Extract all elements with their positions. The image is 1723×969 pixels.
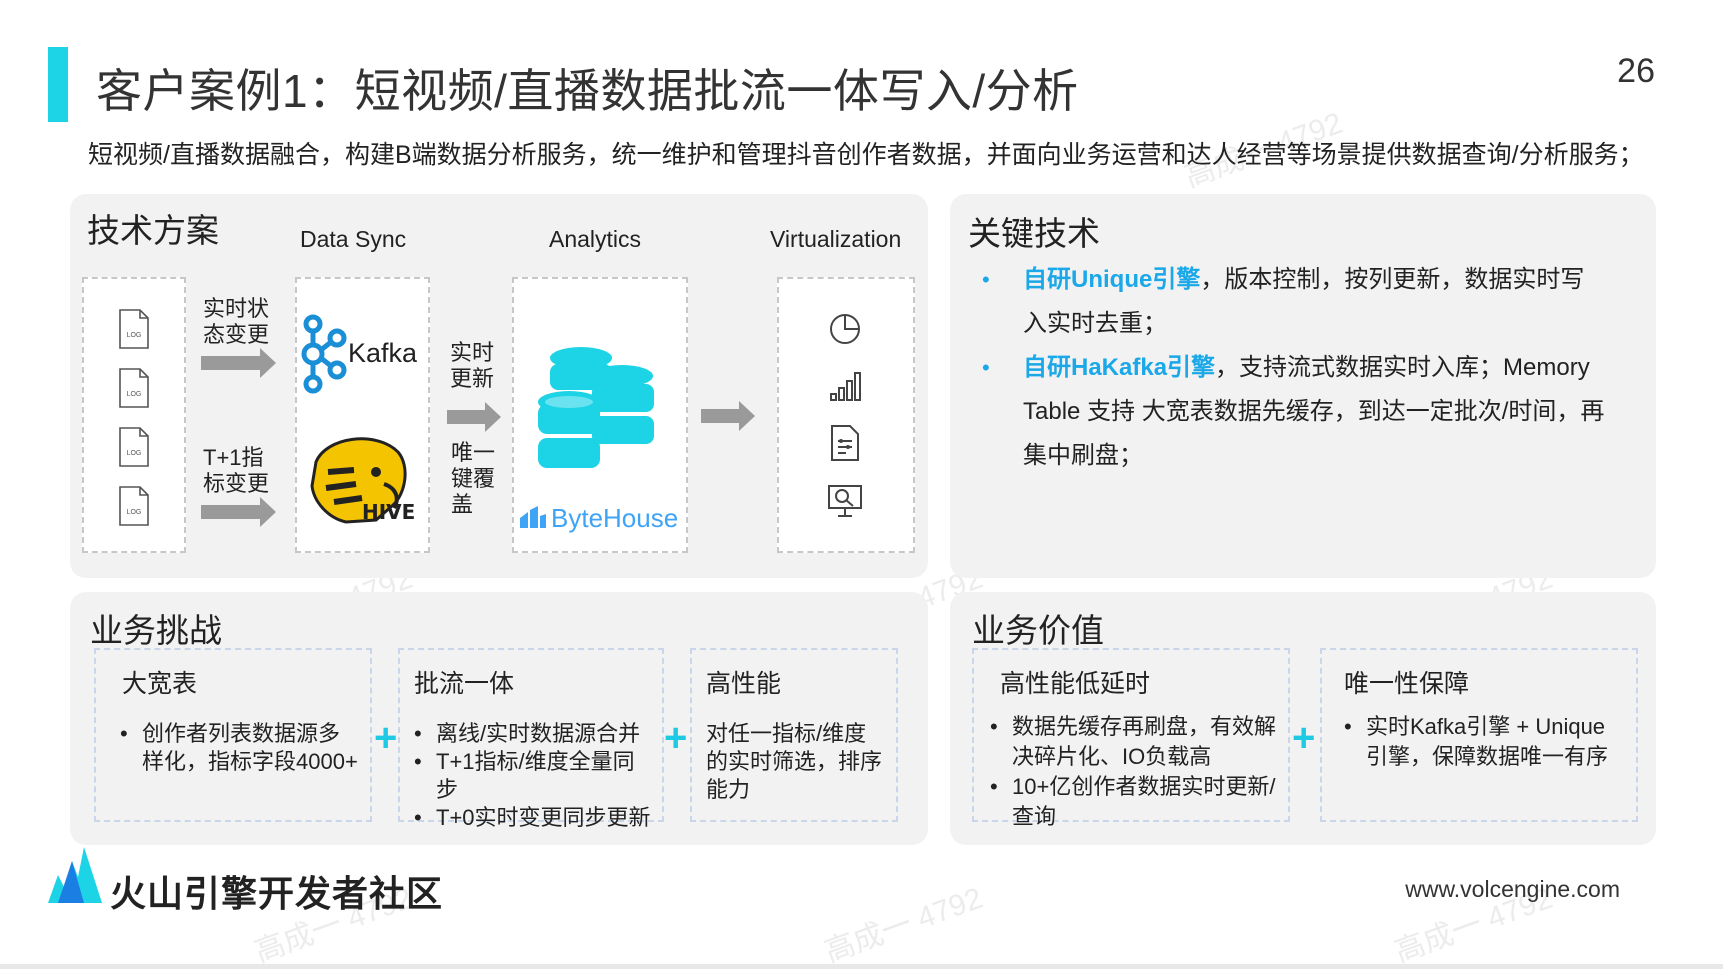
flow-label-unique-key: 唯一键覆盖 xyxy=(451,440,496,517)
challenge-card-batch-stream: 批流一体 离线/实时数据源合并 T+1指标/维度全量同步 T+0实时变更同步更新 xyxy=(398,648,664,832)
card-title: 批流一体 xyxy=(414,670,515,698)
key-tech-highlight: 自研HaKafka引擎 xyxy=(1023,354,1216,381)
value-card-uniqueness: 唯一性保障 实时Kafka引擎 + Unique引擎，保障数据唯一有序 xyxy=(1320,648,1638,822)
card-text: 对任一指标/维度的实时筛选，排序能力 xyxy=(706,721,883,802)
flow-label-realtime-state: 实时状态变更 xyxy=(203,296,270,347)
title-accent-bar xyxy=(48,47,68,122)
database-icon xyxy=(538,347,654,468)
log-file-icon: LOG xyxy=(119,309,149,349)
card-title: 大宽表 xyxy=(122,670,198,698)
svg-text:LOG: LOG xyxy=(127,391,142,398)
hive-label: HIVE xyxy=(362,500,416,524)
card-list: 离线/实时数据源合并 T+1指标/维度全量同步 T+0实时变更同步更新 xyxy=(412,720,654,832)
bullet-icon: • xyxy=(982,355,990,380)
tech-solution-title: 技术方案 xyxy=(87,212,219,249)
page-title: 客户案例1：短视频/直播数据批流一体写入/分析 xyxy=(96,65,1079,117)
key-tech-item: • 自研Unique引擎，版本控制，按列更新，数据实时写入实时去重； xyxy=(978,258,1608,346)
flow-label-realtime-update: 实时更新 xyxy=(450,340,495,391)
bullet-icon: • xyxy=(982,267,990,292)
key-tech-item: • 自研HaKafka引擎，支持流式数据实时入库；Memory Table 支持… xyxy=(978,346,1608,478)
data-sync-heading: Data Sync xyxy=(300,226,407,252)
flow-arrow xyxy=(447,402,501,432)
flow-arrow xyxy=(201,497,276,527)
list-item: T+0实时变更同步更新 xyxy=(412,804,654,832)
kafka-logo-icon xyxy=(301,314,347,394)
brand-name: 火山引擎开发者社区 xyxy=(110,873,444,914)
card-title: 唯一性保障 xyxy=(1344,670,1470,698)
business-challenge-title: 业务挑战 xyxy=(90,612,222,649)
card-list: 实时Kafka引擎 + Unique引擎，保障数据唯一有序 xyxy=(1342,712,1626,772)
svg-text:LOG: LOG xyxy=(127,450,142,457)
list-item: 创作者列表数据源多样化，指标字段4000+ xyxy=(118,720,358,776)
flow-arrow xyxy=(201,348,276,378)
flow-label-t1-metric: T+1指标变更 xyxy=(203,445,270,496)
bytehouse-label: ByteHouse xyxy=(551,503,679,533)
card-list: 数据先缓存再刷盘，有效解决碎片化、IO负载高 10+亿创作者数据实时更新/查询 xyxy=(988,712,1278,832)
bar-chart-icon xyxy=(830,372,861,401)
card-title: 高性能低延时 xyxy=(1000,670,1151,698)
list-item: 实时Kafka引擎 + Unique引擎，保障数据唯一有序 xyxy=(1342,712,1626,772)
log-file-icon: LOG xyxy=(119,486,149,526)
flow-arrow xyxy=(701,401,755,431)
key-tech-highlight: 自研Unique引擎 xyxy=(1023,266,1201,293)
list-item: 数据先缓存再刷盘，有效解决碎片化、IO负载高 xyxy=(988,712,1278,772)
challenge-card-high-performance: 高性能 对任一指标/维度的实时筛选，排序能力 xyxy=(690,648,898,822)
value-card-low-latency: 高性能低延时 数据先缓存再刷盘，有效解决碎片化、IO负载高 10+亿创作者数据实… xyxy=(972,648,1290,829)
list-item: 10+亿创作者数据实时更新/查询 xyxy=(988,772,1278,832)
svg-text:LOG: LOG xyxy=(127,332,142,339)
pie-chart-icon xyxy=(830,314,860,344)
plus-icon: + xyxy=(374,716,398,760)
report-document-icon xyxy=(831,425,859,461)
key-tech-title: 关键技术 xyxy=(968,215,1100,252)
analytics-heading: Analytics xyxy=(549,226,642,252)
monitor-analytics-icon xyxy=(828,485,862,517)
key-tech-list: • 自研Unique引擎，版本控制，按列更新，数据实时写入实时去重； • 自研H… xyxy=(978,258,1608,478)
list-item: 离线/实时数据源合并 xyxy=(412,720,654,748)
business-value-title: 业务价值 xyxy=(972,612,1104,649)
log-file-icon: LOG xyxy=(119,427,149,467)
list-item: T+1指标/维度全量同步 xyxy=(412,748,654,804)
plus-icon: + xyxy=(1292,716,1316,760)
page-subtitle: 短视频/直播数据融合，构建B端数据分析服务，统一维护和管理抖音创作者数据，并面向… xyxy=(88,141,1644,169)
watermark: 高成一 4792 xyxy=(820,881,987,969)
card-list: 创作者列表数据源多样化，指标字段4000+ xyxy=(118,720,358,776)
challenge-card-wide-table: 大宽表 创作者列表数据源多样化，指标字段4000+ xyxy=(94,648,372,822)
svg-text:LOG: LOG xyxy=(127,509,142,516)
virtualization-heading: Virtualization xyxy=(770,226,902,252)
card-title: 高性能 xyxy=(706,670,782,698)
page-number: 26 xyxy=(1617,52,1655,90)
bytehouse-logo-icon xyxy=(520,506,546,528)
log-file-icon: LOG xyxy=(119,368,149,408)
kafka-label: Kafka xyxy=(348,338,418,368)
footer-url-link[interactable]: www.volcengine.com xyxy=(1405,876,1620,903)
plus-icon: + xyxy=(664,716,688,760)
bottom-divider xyxy=(0,964,1723,969)
volcengine-logo-icon xyxy=(48,847,102,903)
